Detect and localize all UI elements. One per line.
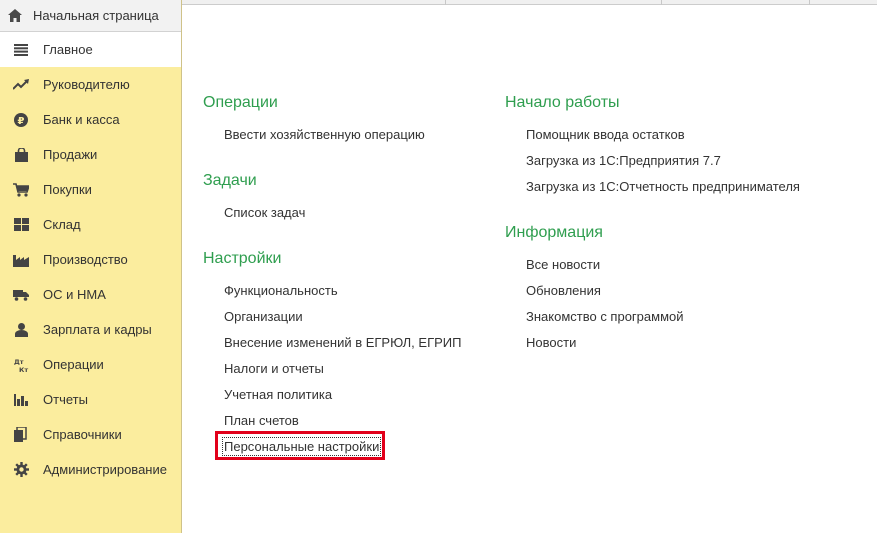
sidebar-item-administration[interactable]: Администрирование (0, 452, 181, 487)
sidebar-item-label: Администрирование (43, 462, 167, 477)
section-title-information: Информация (505, 224, 603, 241)
truck-icon (13, 287, 29, 303)
factory-icon (13, 252, 29, 268)
gear-icon (13, 462, 29, 478)
shopping-bag-icon (13, 147, 29, 163)
sidebar-item-label: Покупки (43, 182, 92, 197)
link-organizations[interactable]: Организации (224, 309, 303, 324)
link-chart-of-accounts[interactable]: План счетов (224, 413, 299, 428)
sidebar-item-manager[interactable]: Руководителю (0, 67, 181, 102)
link-egrul-changes[interactable]: Внесение изменений в ЕГРЮЛ, ЕГРИП (224, 335, 461, 350)
sidebar: Начальная страница Главное Руководителю … (0, 0, 182, 533)
link-program-intro[interactable]: Знакомство с программой (526, 309, 684, 324)
sidebar-item-label: Главное (43, 42, 93, 57)
sidebar-item-sales[interactable]: Продажи (0, 137, 181, 172)
link-personal-settings[interactable]: Персональные настройки (221, 437, 382, 456)
home-page-label: Начальная страница (33, 8, 159, 23)
sidebar-item-label: Продажи (43, 147, 98, 162)
section-title-getting-started: Начало работы (505, 94, 620, 111)
sidebar-item-purchases[interactable]: Покупки (0, 172, 181, 207)
trend-icon (13, 77, 29, 93)
sidebar-item-label: Банк и касса (43, 112, 120, 127)
svg-text:₽: ₽ (18, 116, 25, 127)
sidebar-item-production[interactable]: Производство (0, 242, 181, 277)
books-icon (13, 427, 29, 443)
tab-separator (661, 0, 662, 5)
link-taxes-reports[interactable]: Налоги и отчеты (224, 361, 324, 376)
link-all-news[interactable]: Все новости (526, 257, 600, 272)
sidebar-item-main[interactable]: Главное (0, 32, 181, 67)
link-updates[interactable]: Обновления (526, 283, 601, 298)
svg-text:Дт: Дт (14, 358, 24, 366)
link-enter-operation[interactable]: Ввести хозяйственную операцию (224, 127, 425, 142)
sidebar-item-label: Отчеты (43, 392, 88, 407)
section-title-operations: Операции (203, 94, 278, 111)
link-balance-wizard[interactable]: Помощник ввода остатков (526, 127, 685, 142)
bar-chart-icon (13, 392, 29, 408)
sidebar-item-label: Производство (43, 252, 128, 267)
cart-icon (13, 182, 29, 198)
person-icon (13, 322, 29, 338)
section-title-tasks: Задачи (203, 172, 257, 189)
link-task-list[interactable]: Список задач (224, 205, 305, 220)
sidebar-item-operations[interactable]: Дт Кт Операции (0, 347, 181, 382)
sidebar-item-label: Склад (43, 217, 81, 232)
link-import-1c77[interactable]: Загрузка из 1С:Предприятия 7.7 (526, 153, 721, 168)
debit-credit-icon: Дт Кт (13, 357, 29, 373)
sidebar-item-label: Справочники (43, 427, 122, 442)
ruble-icon: ₽ (13, 112, 29, 128)
sidebar-item-bank[interactable]: ₽ Банк и касса (0, 102, 181, 137)
menu-lines-icon (13, 42, 29, 58)
link-news[interactable]: Новости (526, 335, 576, 350)
warehouse-icon (13, 217, 29, 233)
link-import-1c-reporting[interactable]: Загрузка из 1С:Отчетность предпринимател… (526, 179, 800, 194)
sidebar-item-label: Операции (43, 357, 104, 372)
sidebar-item-label: Руководителю (43, 77, 130, 92)
svg-text:Кт: Кт (19, 366, 28, 373)
tab-strip (182, 0, 877, 5)
sidebar-item-reports[interactable]: Отчеты (0, 382, 181, 417)
tab-separator (445, 0, 446, 5)
sidebar-item-label: ОС и НМА (43, 287, 106, 302)
tab-separator (809, 0, 810, 5)
link-functionality[interactable]: Функциональность (224, 283, 338, 298)
sidebar-item-fixed-assets[interactable]: ОС и НМА (0, 277, 181, 312)
sidebar-item-label: Зарплата и кадры (43, 322, 152, 337)
sidebar-item-references[interactable]: Справочники (0, 417, 181, 452)
home-icon (8, 9, 22, 23)
main-content: Операции Ввести хозяйственную операцию З… (182, 6, 877, 533)
sidebar-item-salary[interactable]: Зарплата и кадры (0, 312, 181, 347)
sidebar-item-warehouse[interactable]: Склад (0, 207, 181, 242)
link-accounting-policy[interactable]: Учетная политика (224, 387, 332, 402)
home-page-item[interactable]: Начальная страница (0, 0, 181, 32)
section-title-settings: Настройки (203, 250, 282, 267)
